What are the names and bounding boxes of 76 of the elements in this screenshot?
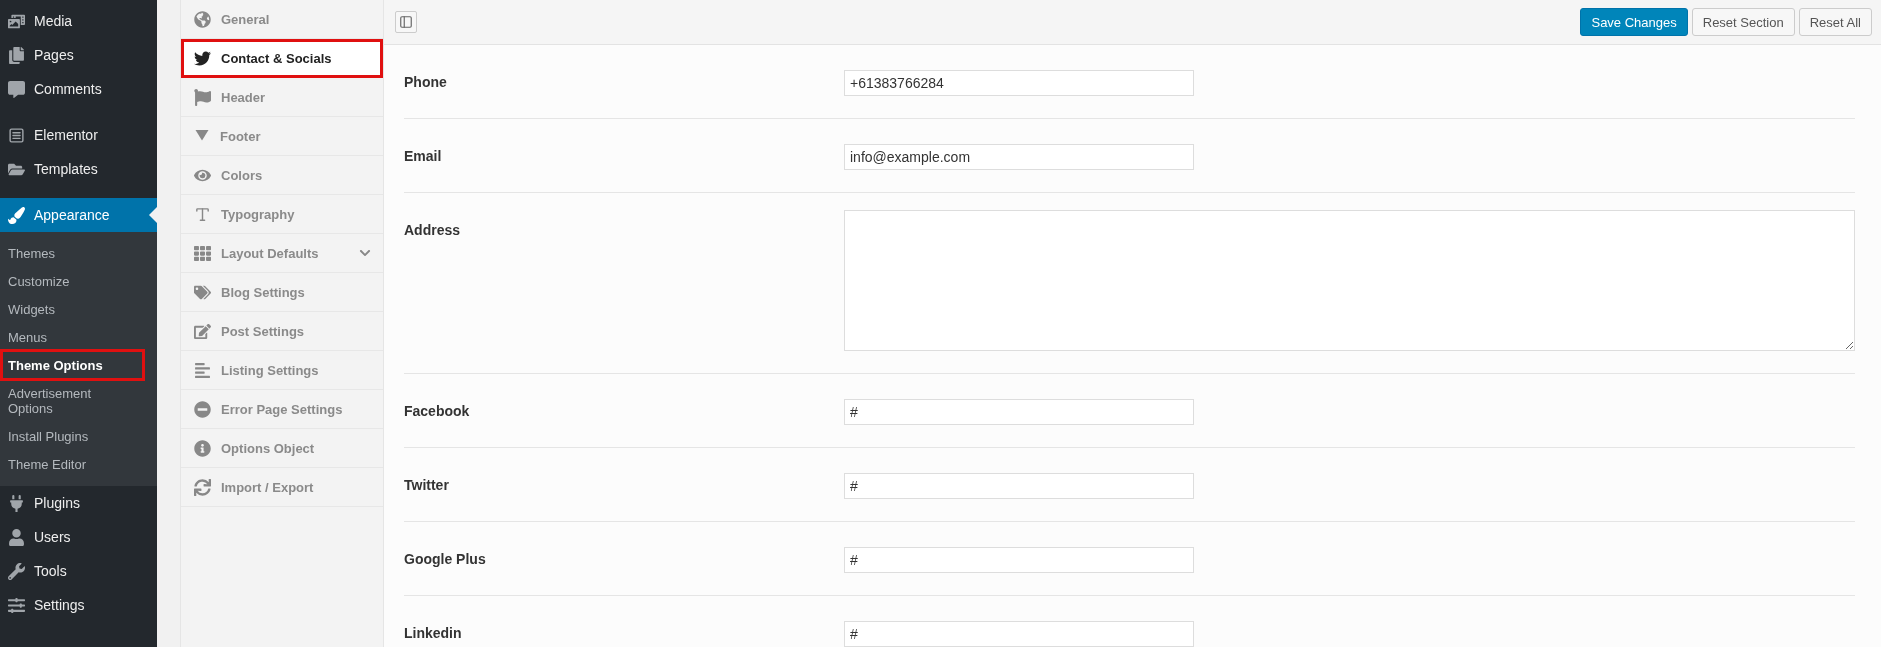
reset-button[interactable]: Reset All: [1798, 8, 1872, 36]
menu-item[interactable]: Settings: [0, 588, 157, 622]
menu-item[interactable]: Appearance: [0, 198, 157, 232]
section-label: Colors: [221, 167, 264, 183]
section-label: Import / Export: [221, 479, 315, 495]
section-label: Listing Settings: [221, 362, 320, 378]
align-left-icon: [194, 361, 211, 379]
section-label: Contact & Socials: [221, 50, 333, 66]
section-label: Footer: [220, 128, 262, 144]
submenu-item[interactable]: Advertisement Options: [2, 379, 143, 422]
section-label: Options Object: [221, 440, 316, 456]
triangle-icon: [194, 129, 210, 143]
user-icon: [8, 528, 25, 546]
submenu-item[interactable]: Themes: [2, 239, 143, 267]
menu-item[interactable]: Media: [0, 4, 157, 38]
section-label: Post Settings: [221, 323, 306, 339]
menu-item[interactable]: Comments: [0, 72, 157, 106]
media-icon: [8, 12, 25, 30]
pages-icon: [8, 46, 25, 64]
section-label: General: [221, 11, 271, 27]
globe-icon: [194, 10, 211, 28]
submenu-item[interactable]: Theme Editor: [2, 450, 143, 478]
paintbrush-icon: [8, 206, 25, 224]
field-label: Linkedin: [404, 624, 463, 643]
input-field[interactable]: info@example.com: [844, 144, 1194, 170]
section-label: Typography: [221, 206, 296, 222]
save-button[interactable]: Save Changes: [1580, 8, 1688, 36]
section-label: Blog Settings: [221, 284, 306, 300]
menu-item[interactable]: Users: [0, 520, 157, 554]
comment-icon: [8, 80, 25, 98]
plug-icon: [8, 494, 25, 512]
menu-item[interactable]: Templates: [0, 152, 157, 186]
submenu-item[interactable]: Theme Options: [2, 351, 143, 379]
info-icon: [194, 439, 211, 457]
wrench-icon: [8, 562, 25, 580]
input-field[interactable]: #: [844, 547, 1194, 573]
elementor-icon: [8, 126, 25, 144]
input-field[interactable]: +61383766284: [844, 70, 1194, 96]
chevron-icon[interactable]: [359, 247, 371, 259]
sliders-icon: [8, 596, 25, 614]
menu-item[interactable]: Tools: [0, 554, 157, 588]
flag-icon: [194, 88, 211, 106]
field-label: Address: [404, 221, 462, 240]
submenu-item[interactable]: Install Plugins: [2, 422, 143, 450]
input-field[interactable]: #: [844, 621, 1194, 647]
input-field[interactable]: #: [844, 473, 1194, 499]
section-label: Header: [221, 89, 267, 105]
section-label: Error Page Settings: [221, 401, 344, 417]
reset-button[interactable]: Reset Section: [1691, 8, 1795, 36]
field-label: Twitter: [404, 476, 450, 495]
grid-icon: [194, 244, 211, 262]
section-tab[interactable]: Contact & Socials: [181, 39, 383, 78]
refresh-icon: [194, 478, 211, 496]
section-tab[interactable]: Post Settings: [181, 312, 383, 351]
field-label: Phone: [404, 73, 448, 92]
submenu-item[interactable]: Customize: [2, 267, 143, 295]
edit-icon: [194, 322, 211, 340]
bird-icon: [194, 49, 211, 67]
submenu-item[interactable]: Widgets: [2, 295, 143, 323]
tags-icon: [194, 283, 211, 301]
section-tab[interactable]: Typography: [181, 195, 383, 234]
section-label: Layout Defaults: [221, 245, 320, 261]
field-label: Google Plus: [404, 550, 487, 569]
panel-icon: [399, 15, 413, 29]
text-icon: [194, 205, 211, 223]
menu-item[interactable]: Pages: [0, 38, 157, 72]
field-label: Email: [404, 147, 443, 166]
menu-item[interactable]: Plugins: [0, 486, 157, 520]
field-label: Facebook: [404, 402, 471, 421]
section-tab[interactable]: Layout Defaults: [181, 234, 383, 273]
input-field[interactable]: #: [844, 399, 1194, 425]
sidebar-toggle-button[interactable]: [395, 11, 417, 33]
textarea-field[interactable]: [844, 210, 1855, 351]
section-tab[interactable]: Colors: [181, 156, 383, 195]
menu-item[interactable]: Elementor: [0, 118, 157, 152]
submenu-item[interactable]: Menus: [2, 323, 143, 351]
